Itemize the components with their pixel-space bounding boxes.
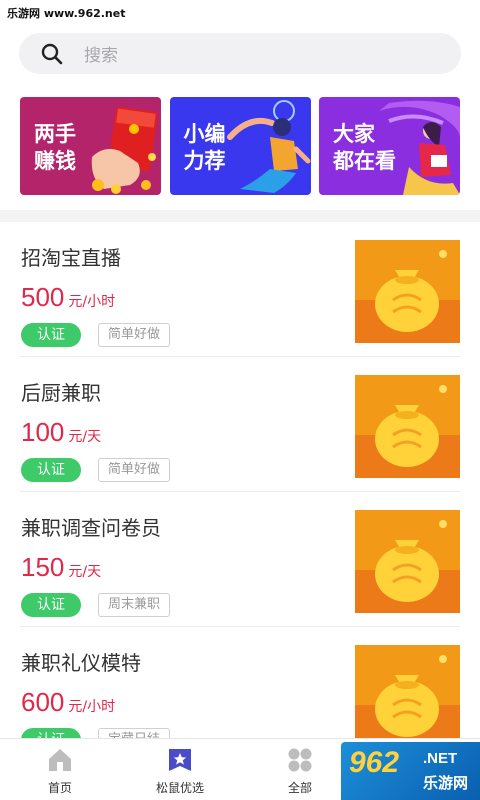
banner-title-line1: 小编 xyxy=(183,122,226,146)
job-salary: 500 元/小时 xyxy=(21,282,115,313)
salary-amount: 100 xyxy=(21,417,65,447)
money-bag-thumbnail xyxy=(355,510,460,613)
job-tag: 简单好做 xyxy=(98,458,171,482)
home-icon xyxy=(49,749,71,771)
watermark-digits: 962 xyxy=(349,746,400,779)
salary-amount: 600 xyxy=(21,687,65,717)
job-list-item[interactable]: 招淘宝直播 500 元/小时 认证 简单好做 xyxy=(20,222,460,357)
banner-title-line2: 赚钱 xyxy=(34,149,76,173)
salary-unit: 元/小时 xyxy=(68,699,116,715)
tab-home[interactable]: 首页 xyxy=(0,739,120,800)
money-bag-thumbnail xyxy=(355,240,460,343)
verified-badge: 认证 xyxy=(21,323,81,347)
watermark-net: .NET xyxy=(423,750,458,767)
banner-title-line2: 力荐 xyxy=(183,149,226,173)
tab-label: 松鼠优选 xyxy=(155,781,204,795)
tab-label: 首页 xyxy=(47,781,72,795)
job-salary: 100 元/天 xyxy=(21,417,101,448)
star-bookmark-icon xyxy=(169,749,191,771)
job-list: 招淘宝直播 500 元/小时 认证 简单好做 后厨兼职 100 元/天 认证 简单好… xyxy=(0,222,480,762)
job-list-item[interactable]: 兼职调查问卷员 150 元/天 认证 周末兼职 xyxy=(20,492,460,627)
salary-unit: 元/天 xyxy=(68,564,102,580)
salary-unit: 元/天 xyxy=(68,429,102,445)
banner-title-line1: 大家 xyxy=(333,122,375,146)
money-bag-thumbnail xyxy=(355,375,460,478)
search-bar[interactable]: 搜索 xyxy=(19,33,461,74)
banner-editor-picks[interactable]: 小编 力荐 xyxy=(169,97,311,195)
banner-everyone-watching[interactable]: 大家 都在看 xyxy=(319,97,460,195)
tab-featured[interactable]: 松鼠优选 xyxy=(120,739,240,800)
salary-amount: 500 xyxy=(21,282,65,312)
site-logo-watermark: 962 .NET 乐游网 xyxy=(341,742,480,800)
job-title: 招淘宝直播 xyxy=(21,246,121,270)
verified-badge: 认证 xyxy=(21,458,81,482)
job-title: 兼职礼仪模特 xyxy=(21,651,141,675)
salary-amount: 150 xyxy=(21,552,65,582)
job-title: 后厨兼职 xyxy=(21,381,101,405)
banner-title-line2: 都在看 xyxy=(333,149,396,173)
money-bag-thumbnail xyxy=(355,645,460,748)
banner-title-line1: 两手 xyxy=(34,122,76,146)
search-placeholder: 搜索 xyxy=(84,46,118,66)
job-salary: 600 元/小时 xyxy=(21,687,115,718)
search-icon xyxy=(41,43,63,64)
site-watermark-text: 乐游网 www.962.net xyxy=(4,4,129,22)
tab-label: 全部 xyxy=(287,781,312,795)
watermark-cn: 乐游网 xyxy=(423,774,469,792)
salary-unit: 元/小时 xyxy=(68,294,116,310)
job-tag: 周末兼职 xyxy=(98,593,171,617)
job-salary: 150 元/天 xyxy=(21,552,101,583)
job-list-item[interactable]: 后厨兼职 100 元/天 认证 简单好做 xyxy=(20,357,460,492)
job-title: 兼职调查问卷员 xyxy=(21,516,161,540)
verified-badge: 认证 xyxy=(21,593,81,617)
job-tag: 简单好做 xyxy=(98,323,171,347)
section-divider xyxy=(0,210,480,222)
grid-icon xyxy=(288,748,312,772)
banner-earn-money[interactable]: 两手 赚钱 xyxy=(20,97,161,195)
promo-banners: 两手 赚钱 小编 力荐 大家 都在看 xyxy=(20,97,460,195)
